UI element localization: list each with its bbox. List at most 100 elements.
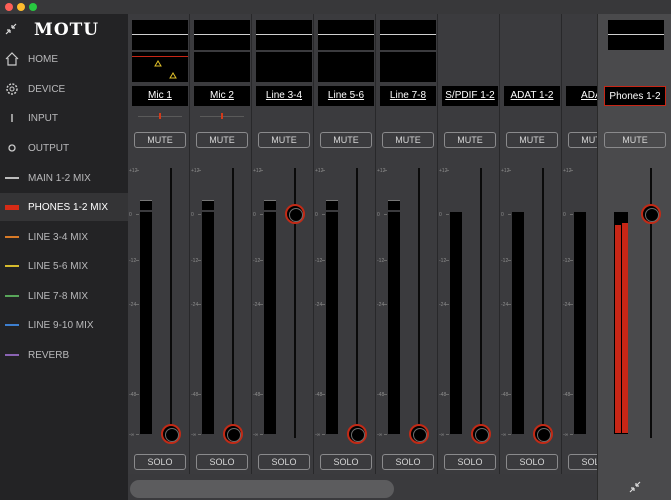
output-name-button[interactable]: Phones 1-2 [604,86,666,106]
db-scale-label: -12 [129,258,137,264]
db-scale-label: -48 [501,392,509,398]
fader-knob[interactable] [409,424,429,444]
pan-slider[interactable] [200,113,244,119]
input-level-display [194,52,250,82]
solo-button[interactable]: SOLO [196,454,248,470]
sidebar-item-output[interactable]: OUTPUT [0,134,128,162]
solo-button[interactable]: SOLO [320,454,372,470]
db-scale-tick [446,434,449,435]
channel-name-button[interactable]: Line 5-6 [318,86,374,106]
fader-knob[interactable] [347,424,367,444]
sidebar-item-main-1-2-mix[interactable]: MAIN 1-2 MIX [0,164,128,192]
db-scale-tick [508,170,511,171]
mute-button[interactable]: MUTE [134,132,186,148]
sidebar-item-line-9-10-mix[interactable]: LINE 9-10 MIX [0,311,128,339]
sidebar-item-line-7-8-mix[interactable]: LINE 7-8 MIX [0,282,128,310]
input-meter-display [380,20,436,50]
fader-knob[interactable] [471,424,491,444]
solo-button[interactable]: SOLO [506,454,558,470]
db-scale-tick [198,214,201,215]
sidebar: MOTU HOME DEVICE INPUT OUTPUT MAIN 1-2 M… [0,14,128,500]
collapse-arrows-icon[interactable] [4,22,18,36]
output-circle-icon [8,144,16,152]
sidebar-item-line-3-4-mix[interactable]: LINE 3-4 MIX [0,223,128,251]
db-scale-tick [198,394,201,395]
channel-strip-mic-2: Mic 2 MUTE +12 0 -12 -24 -48 -∞ SOLO [190,14,252,474]
mute-button[interactable]: MUTE [604,132,666,148]
db-scale-tick [446,304,449,305]
mute-button[interactable]: MUTE [506,132,558,148]
db-scale-tick [198,170,201,171]
db-scale-tick [322,434,325,435]
fader-knob[interactable] [641,204,661,224]
db-scale-label: -∞ [501,432,507,438]
mix-color-swatch [4,229,20,245]
sidebar-item-label: INPUT [28,112,58,124]
fader-area: +12 0 -12 -24 -48 -∞ [438,168,500,444]
db-scale-label: +12 [253,168,262,174]
db-scale-label: -24 [315,302,323,308]
sidebar-item-line-5-6-mix[interactable]: LINE 5-6 MIX [0,252,128,280]
fader-knob[interactable] [161,424,181,444]
sidebar-item-device[interactable]: DEVICE [0,75,128,103]
db-scale-label: -12 [501,258,509,264]
channel-strip-spdif-1-2: S/PDIF 1-2 MUTE +12 0 -12 -24 -48 -∞ SOLO [438,14,500,474]
channel-name-button[interactable]: Mic 2 [194,86,250,106]
input-level-display [318,52,374,82]
sidebar-item-reverb[interactable]: REVERB [0,341,128,369]
db-scale-tick [508,394,511,395]
mix-color-swatch [4,347,20,363]
channel-name-button[interactable]: Line 7-8 [380,86,436,106]
db-scale-label: -24 [439,302,447,308]
solo-button[interactable]: SOLO [444,454,496,470]
db-scale-tick [508,214,511,215]
mute-button[interactable]: MUTE [196,132,248,148]
db-scale-label: 0 [377,212,380,218]
mute-button[interactable]: MUTE [444,132,496,148]
fader-track[interactable] [170,168,172,438]
pan-slider[interactable] [138,113,182,119]
db-scale-tick [384,260,387,261]
input-meter-display [132,20,188,50]
sidebar-item-input[interactable]: INPUT [0,104,128,132]
close-window-button[interactable] [5,3,13,11]
fader-track[interactable] [418,168,420,438]
sidebar-item-label: LINE 3-4 MIX [28,231,89,243]
fader-track[interactable] [542,168,544,438]
fader-knob[interactable] [223,424,243,444]
db-scale-label: -48 [563,392,571,398]
solo-button[interactable]: SOLO [382,454,434,470]
zoom-window-button[interactable] [29,3,37,11]
level-meter [512,212,524,434]
motu-logo: MOTU [34,20,100,40]
mute-button[interactable]: MUTE [382,132,434,148]
mute-button[interactable]: MUTE [320,132,372,148]
fader-track[interactable] [480,168,482,438]
fader-track[interactable] [356,168,358,438]
mute-button[interactable]: MUTE [258,132,310,148]
fader-knob[interactable] [533,424,553,444]
db-scale-tick [384,394,387,395]
db-scale-label: -12 [191,258,199,264]
channel-name-button[interactable]: Mic 1 [132,86,188,106]
db-scale-tick [260,260,263,261]
horizontal-scrollbar[interactable] [130,480,394,498]
channel-name-button[interactable]: Line 3-4 [256,86,312,106]
sidebar-item-phones-1-2-mix[interactable]: PHONES 1-2 MIX [0,193,128,221]
solo-button[interactable]: SOLO [134,454,186,470]
channel-name-button[interactable]: S/PDIF 1-2 [442,86,498,106]
minimize-window-button[interactable] [17,3,25,11]
db-scale-tick [570,394,573,395]
solo-button[interactable]: SOLO [258,454,310,470]
fader-area: +12 0 -12 -24 -48 -∞ [252,168,314,444]
level-meter-cap [326,200,338,210]
expand-arrows-icon[interactable] [628,480,642,494]
db-scale-label: +12 [191,168,200,174]
sidebar-item-label: LINE 7-8 MIX [28,290,89,302]
db-scale-label: -12 [315,258,323,264]
fader-track[interactable] [232,168,234,438]
db-scale-tick [570,170,573,171]
fader-knob[interactable] [285,204,305,224]
channel-name-button[interactable]: ADAT 1-2 [504,86,560,106]
sidebar-item-home[interactable]: HOME [0,45,128,73]
